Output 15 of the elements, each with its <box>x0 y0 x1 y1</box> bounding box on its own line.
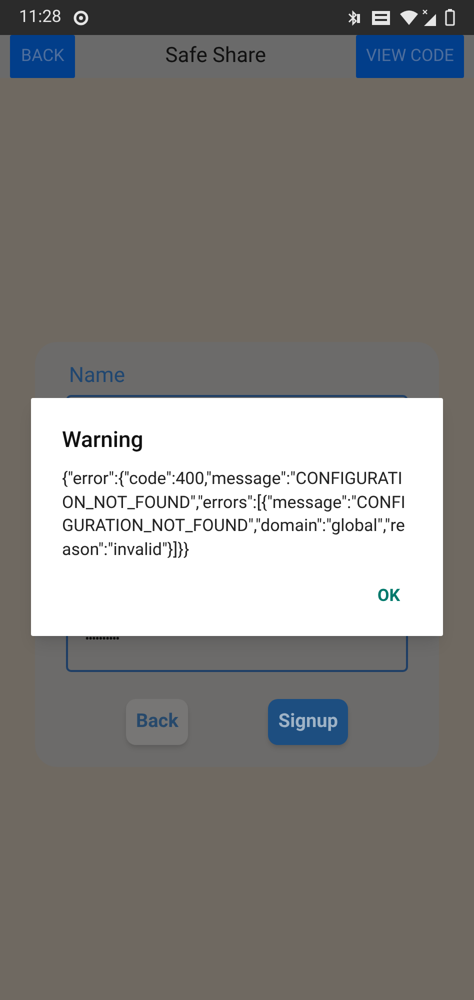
dialog-title: Warning <box>62 427 144 455</box>
bluetooth-icon <box>347 10 361 26</box>
clock: 11:28 <box>19 6 62 29</box>
back-button[interactable]: Back <box>126 698 188 744</box>
view-code-button[interactable]: VIEW CODE <box>356 35 464 78</box>
sync-icon <box>73 10 90 26</box>
ok-button[interactable]: OK <box>377 584 400 610</box>
signal-icon <box>421 8 437 26</box>
back-button[interactable]: BACK <box>10 35 76 78</box>
screen-title: Safe Share <box>165 42 266 70</box>
signup-button[interactable]: Signup <box>268 698 348 744</box>
battery-icon <box>445 9 455 26</box>
dialog-message: {"error":{"code":400,"message":"CONFIGURATION_NOT_FOUND","errors":[{"message":"CONFIGURATION_NOT_FOUND","domain":"global","reason":"invalid"}]}} <box>62 468 406 562</box>
name-label: Name <box>68 363 126 390</box>
wifi-icon <box>399 10 419 26</box>
